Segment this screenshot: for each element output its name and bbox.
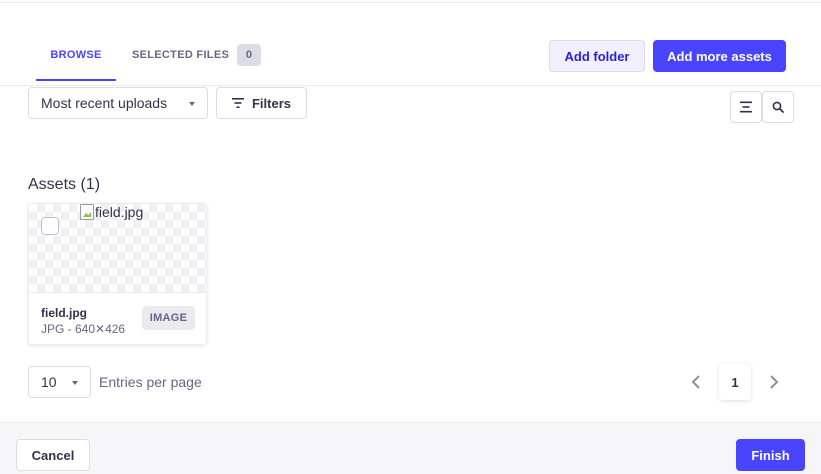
filters-button[interactable]: Filters (216, 87, 307, 119)
tab-browse[interactable]: BROWSE (36, 40, 116, 81)
asset-type-badge: IMAGE (142, 306, 195, 330)
chevron-left-icon (691, 375, 700, 389)
asset-thumbnail: field.jpg (29, 204, 206, 293)
asset-select-checkbox[interactable] (41, 217, 59, 235)
add-folder-button[interactable]: Add folder (549, 40, 645, 72)
list-view-button[interactable] (730, 91, 762, 123)
chevron-down-icon (189, 102, 195, 106)
list-view-icon (740, 101, 752, 113)
tab-bar: BROWSE SELECTED FILES 0 (36, 40, 262, 81)
tab-browse-label: BROWSE (50, 49, 102, 61)
asset-image-alt: field.jpg (95, 204, 144, 220)
filter-icon (231, 98, 244, 108)
next-page-button[interactable] (764, 372, 784, 392)
sort-select[interactable]: Most recent uploads (28, 87, 208, 119)
asset-card[interactable]: field.jpg field.jpg JPG - 640✕426 IMAGE (28, 203, 207, 345)
asset-image: field.jpg (80, 204, 143, 220)
tab-selected-files[interactable]: SELECTED FILES 0 (132, 40, 262, 81)
tab-selected-files-label: SELECTED FILES (132, 49, 230, 61)
entries-per-page-select[interactable]: 10 (28, 366, 91, 398)
asset-name: field.jpg (41, 306, 87, 320)
asset-meta: JPG - 640✕426 (41, 322, 126, 336)
filters-button-label: Filters (251, 95, 291, 111)
chevron-down-icon (72, 381, 78, 385)
header-divider (0, 85, 821, 86)
cancel-button[interactable]: Cancel (16, 439, 90, 471)
modal-footer: Cancel Finish (0, 422, 821, 474)
add-more-assets-button[interactable]: Add more assets (653, 40, 786, 72)
previous-page-button[interactable] (686, 372, 706, 392)
top-divider (0, 0, 821, 3)
sort-select-value: Most recent uploads (41, 95, 168, 111)
broken-image-icon (80, 204, 94, 220)
chevron-right-icon (770, 375, 779, 389)
assets-heading: Assets (1) (28, 176, 101, 193)
entries-per-page-value: 10 (41, 374, 57, 390)
selected-count-badge: 0 (237, 44, 262, 66)
search-button[interactable] (762, 91, 794, 123)
finish-button[interactable]: Finish (736, 439, 805, 471)
search-icon (772, 101, 784, 113)
page-number-button[interactable]: 1 (719, 364, 751, 400)
entries-per-page-label: Entries per page (99, 374, 202, 390)
